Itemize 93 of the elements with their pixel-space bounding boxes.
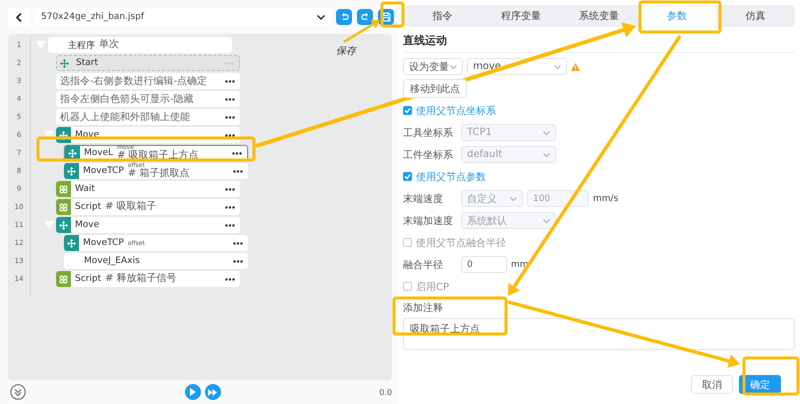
checkbox[interactable] (403, 106, 412, 115)
undo-icon (340, 12, 348, 22)
checkbox[interactable] (403, 238, 412, 247)
redo-button[interactable] (357, 9, 373, 25)
node-label: MoveTCP (83, 238, 124, 248)
tab[interactable]: 系统变量 (560, 6, 638, 26)
fast-forward-button[interactable] (204, 384, 221, 400)
node-label: MoveTCP (83, 166, 124, 176)
unit-label: mm/s (593, 194, 618, 204)
program-node[interactable]: 机器人上使能和外部轴上使能 (56, 109, 240, 125)
chevron-icon (543, 218, 550, 222)
more-icon[interactable] (233, 260, 243, 262)
cancel-button[interactable]: 取消 (691, 375, 733, 394)
more-icon[interactable] (233, 170, 243, 172)
program-node[interactable]: Start (56, 55, 240, 71)
program-node[interactable]: Move (56, 217, 240, 233)
annotation-label: 保存 (336, 45, 356, 58)
move-icon (64, 163, 79, 179)
node-label: MoveJ_EAxis (83, 256, 140, 266)
program-node[interactable]: Script # 吸取箱子 (56, 199, 240, 215)
highlight-frame (742, 356, 800, 396)
node-comment: # 释放箱子信号 (105, 274, 177, 284)
node-label: Script (75, 202, 102, 212)
node-label: 机器人上使能和外部轴上使能 (59, 110, 190, 124)
chevron-icon (450, 64, 457, 68)
more-icon[interactable] (225, 134, 235, 136)
program-node[interactable]: Script # 释放箱子信号 (56, 271, 240, 287)
checkbox-label: 使用父节点参数 (416, 170, 486, 184)
program-node[interactable]: 选指令-右侧参数进行编辑-点确定 (56, 73, 240, 89)
highlight-frame (380, 2, 404, 28)
node-label: Move (75, 220, 100, 230)
program-node[interactable]: 指令左侧白色箭头可显示-隐藏 (56, 91, 240, 107)
collapse-icon[interactable] (10, 384, 26, 400)
fast-forward-icon (208, 388, 218, 396)
node-comment: 单次 (99, 40, 119, 50)
play-icon (189, 388, 196, 396)
node-comment: # 吸取箱子 (105, 202, 157, 212)
more-icon[interactable] (232, 152, 242, 154)
more-icon[interactable] (225, 224, 235, 226)
node-label: 选指令-右侧参数进行编辑-点确定 (59, 74, 208, 88)
node-label: Wait (75, 184, 95, 194)
undo-button[interactable] (336, 9, 352, 25)
program-node[interactable]: Wait (56, 181, 240, 197)
program-node[interactable]: MoveJ_EAxis (64, 253, 248, 269)
node-label: Script (75, 274, 102, 284)
file-dropdown[interactable]: 570x24ge_zhi_ban.jspf (35, 8, 331, 26)
more-icon[interactable] (225, 206, 235, 208)
more-icon[interactable] (225, 116, 235, 118)
redo-icon (360, 12, 370, 22)
move-to-point-button[interactable]: 移动到此点 (403, 79, 467, 98)
field-label: 工件坐标系 (403, 148, 453, 162)
program-node[interactable]: 主程序 单次 (48, 37, 232, 53)
node-label: 指令左侧白色箭头可显示-隐藏 (59, 92, 194, 106)
back-icon (16, 12, 22, 22)
circles-icon (56, 181, 71, 197)
chevron-icon (543, 130, 550, 134)
node-label: MoveL (84, 148, 114, 158)
section-heading: 直线运动 (403, 33, 795, 53)
chevron-icon (510, 196, 517, 200)
tab[interactable]: 指令 (404, 6, 482, 26)
more-icon[interactable] (225, 80, 235, 82)
node-comment: # 箱子抓取点 (128, 169, 190, 179)
more-icon[interactable] (225, 98, 235, 100)
tab[interactable]: 程序变量 (482, 6, 560, 26)
node-label: Start (76, 58, 98, 68)
input-field[interactable]: 0 (461, 256, 507, 273)
move-icon (56, 217, 71, 233)
comment-label: 添加注释 (403, 302, 444, 315)
checkbox-label: 使用父节点坐标系 (416, 104, 496, 118)
play-button[interactable] (184, 384, 201, 400)
circles-icon (56, 199, 71, 215)
more-icon[interactable] (225, 278, 235, 280)
time-readout: 0.0 (379, 388, 392, 396)
more-icon[interactable] (225, 188, 235, 190)
more-icon[interactable] (233, 242, 243, 244)
tab[interactable]: 仿真 (716, 6, 794, 26)
field-label: 工具坐标系 (403, 126, 453, 140)
field-label: 融合半径 (403, 258, 444, 272)
field-label: 末端速度 (403, 192, 444, 206)
checkbox-label: 使用父节点融合半径 (416, 236, 506, 250)
checkbox[interactable] (403, 172, 412, 181)
chevron-icon (543, 152, 550, 156)
dropdown[interactable]: 设为变量 (403, 58, 463, 75)
chevron-icon (317, 14, 325, 20)
move-icon (64, 235, 79, 251)
node-label: 主程序 (67, 40, 95, 52)
expand-toggle[interactable] (44, 131, 54, 139)
field-label: 末端加速度 (403, 214, 453, 228)
circles-icon (56, 271, 71, 287)
chevron-icon (554, 64, 561, 68)
back-button[interactable] (8, 8, 30, 26)
checkbox-label: 启用CP (416, 280, 450, 294)
checkbox[interactable] (403, 282, 412, 291)
